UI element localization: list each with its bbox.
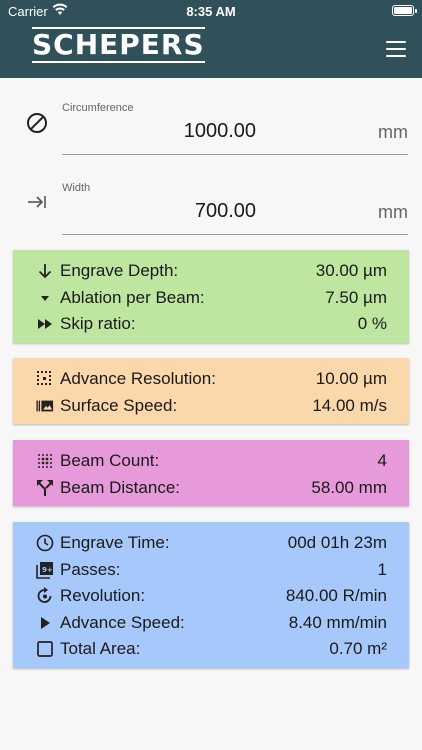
beam-distance-label: Beam Distance: bbox=[60, 477, 180, 497]
ablation-row[interactable]: Ablation per Beam: 7.50 µm bbox=[13, 285, 387, 312]
skip-ratio-value: 0 % bbox=[357, 314, 387, 333]
advance-speed-value: 8.40 mm/min bbox=[288, 612, 387, 632]
resolution-card: Advance Resolution: 10.00 µm Surface Spe… bbox=[13, 358, 409, 424]
beam-count-label: Beam Count: bbox=[60, 451, 160, 470]
width-unit: mm bbox=[378, 202, 408, 222]
width-label: Width bbox=[62, 182, 91, 194]
advance-resolution-row[interactable]: Advance Resolution: 10.00 µm bbox=[13, 366, 387, 393]
square-outline-icon bbox=[37, 641, 53, 657]
advance-resolution-value: 10.00 µm bbox=[315, 369, 387, 388]
beam-distance-value: 58.00 mm bbox=[311, 477, 387, 497]
beam-count-row[interactable]: Beam Count: 4 bbox=[13, 448, 387, 475]
beam-distance-row[interactable]: Beam Distance: 58.00 mm bbox=[13, 475, 387, 502]
advance-resolution-label: Advance Resolution: bbox=[60, 369, 216, 388]
circumference-label: Circumference bbox=[62, 102, 134, 114]
diameter-icon bbox=[27, 113, 47, 133]
depth-card: Engrave Depth: 30.00 µm Ablation per Bea… bbox=[13, 250, 409, 343]
circumference-input[interactable]: 1000.00 bbox=[62, 120, 256, 143]
arrow-to-end-icon bbox=[28, 196, 46, 208]
dots-grid-icon bbox=[38, 454, 52, 468]
engrave-depth-label: Engrave Depth: bbox=[60, 261, 179, 280]
dotted-grid-icon bbox=[37, 371, 51, 385]
summary-card: Engrave Time: 00d 01h 23m 9+ Passes: 1 R… bbox=[13, 522, 409, 668]
surface-speed-label: Surface Speed: bbox=[60, 395, 178, 415]
schepers-logo: SCHEPERS bbox=[32, 27, 205, 63]
rotate-icon bbox=[37, 587, 52, 603]
status-bar: Carrier 8:35 AM bbox=[0, 0, 422, 22]
advance-speed-row[interactable]: Advance Speed: 8.40 mm/min bbox=[13, 610, 387, 637]
app-bar: SCHEPERS bbox=[0, 22, 422, 78]
total-area-value: 0.70 m² bbox=[329, 639, 387, 658]
arrow-down-icon bbox=[38, 264, 52, 279]
total-area-label: Total Area: bbox=[60, 639, 141, 658]
revolution-value: 840.00 R/min bbox=[285, 586, 387, 605]
image-motion-icon bbox=[36, 400, 54, 411]
passes-value: 1 bbox=[377, 559, 387, 579]
engrave-time-row[interactable]: Engrave Time: 00d 01h 23m bbox=[13, 530, 387, 557]
passes-row[interactable]: 9+ Passes: 1 bbox=[13, 557, 387, 584]
width-input[interactable]: 700.00 bbox=[62, 200, 256, 223]
circumference-field[interactable]: Circumference 1000.00 mm bbox=[0, 98, 422, 168]
circumference-underline bbox=[62, 154, 408, 155]
svg-text:9+: 9+ bbox=[42, 566, 53, 574]
play-icon bbox=[41, 616, 50, 629]
battery-icon bbox=[392, 5, 414, 16]
caret-down-icon bbox=[41, 295, 49, 301]
engrave-time-value: 00d 01h 23m bbox=[287, 533, 387, 552]
skip-ratio-label: Skip ratio: bbox=[60, 314, 136, 333]
ablation-value: 7.50 µm bbox=[325, 287, 387, 307]
revolution-label: Revolution: bbox=[60, 586, 146, 605]
surface-speed-value: 14.00 m/s bbox=[312, 395, 387, 415]
total-area-row[interactable]: Total Area: 0.70 m² bbox=[13, 636, 387, 663]
hamburger-menu-icon[interactable] bbox=[386, 41, 406, 57]
passes-label: Passes: bbox=[60, 559, 121, 579]
advance-speed-label: Advance Speed: bbox=[60, 612, 185, 632]
clock-icon bbox=[36, 534, 54, 552]
width-underline bbox=[62, 234, 408, 235]
beam-count-value: 4 bbox=[377, 451, 387, 470]
engrave-depth-row[interactable]: Engrave Depth: 30.00 µm bbox=[13, 258, 387, 285]
beam-card: Beam Count: 4 Beam Distance: 58.00 mm bbox=[13, 440, 409, 506]
surface-speed-row[interactable]: Surface Speed: 14.00 m/s bbox=[13, 393, 387, 420]
battery-tip bbox=[415, 9, 417, 13]
engrave-time-label: Engrave Time: bbox=[60, 533, 170, 552]
circumference-unit: mm bbox=[378, 122, 408, 142]
filter-9-plus-icon: 9+ bbox=[36, 561, 53, 579]
width-field[interactable]: Width 700.00 mm bbox=[0, 178, 422, 248]
ablation-label: Ablation per Beam: bbox=[60, 287, 205, 307]
status-time: 8:35 AM bbox=[186, 4, 236, 19]
skip-ratio-row[interactable]: Skip ratio: 0 % bbox=[13, 311, 387, 338]
fast-forward-icon bbox=[38, 319, 52, 329]
revolution-row[interactable]: Revolution: 840.00 R/min bbox=[13, 583, 387, 610]
split-arrows-icon bbox=[37, 479, 53, 496]
engrave-depth-value: 30.00 µm bbox=[315, 261, 387, 280]
